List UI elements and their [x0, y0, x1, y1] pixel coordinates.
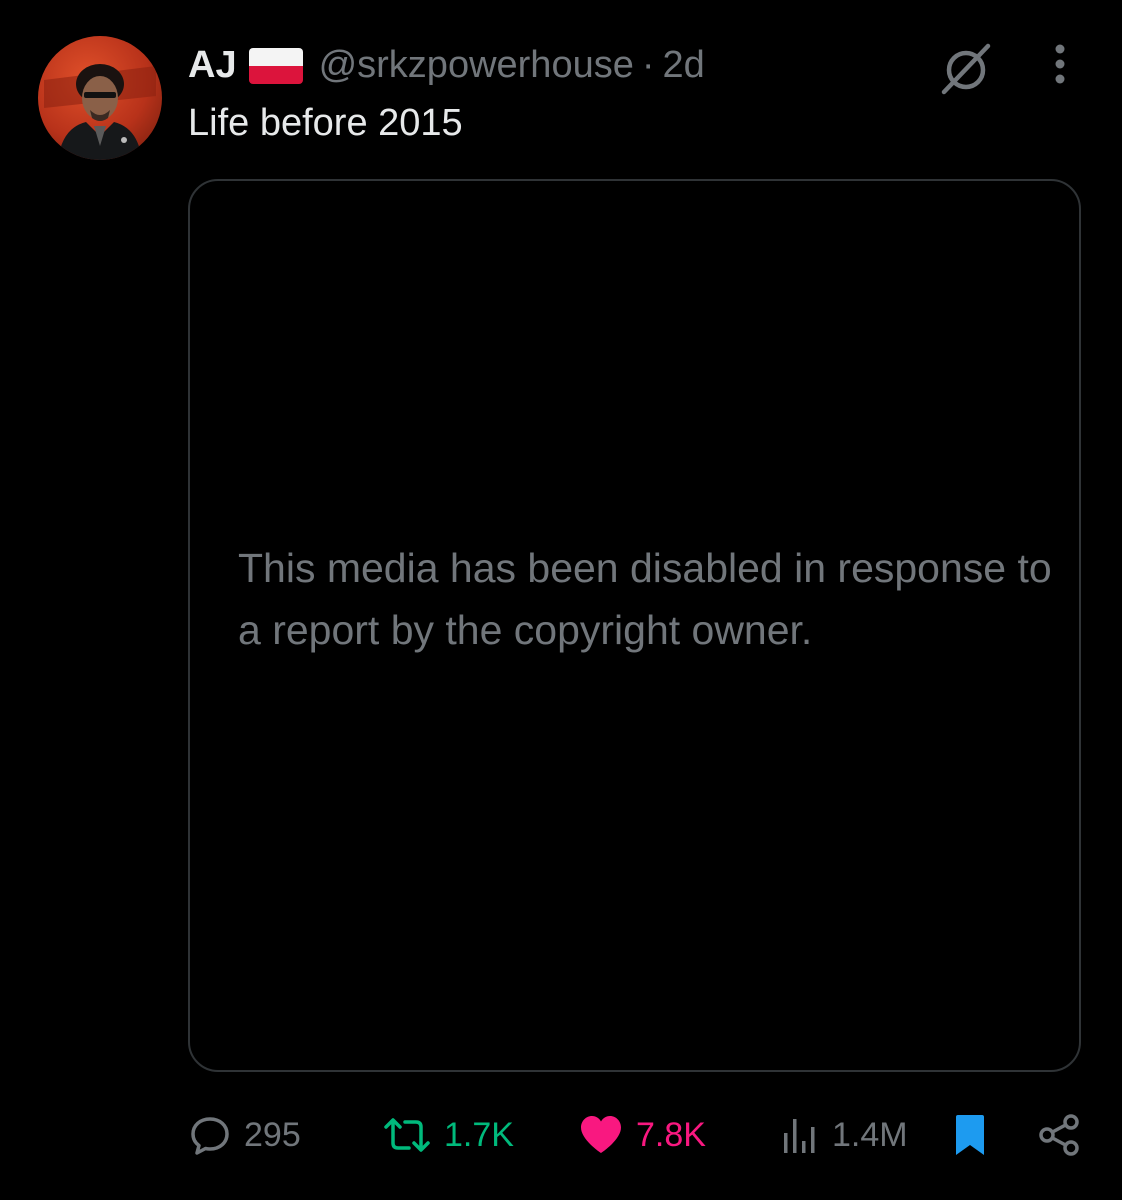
avatar-image [44, 64, 156, 160]
share-button[interactable] [1036, 1100, 1082, 1170]
bookmark-button[interactable] [950, 1100, 990, 1170]
poland-flag-icon [248, 48, 303, 84]
share-icon [1036, 1113, 1082, 1157]
tweet-text: Life before 2015 [188, 102, 463, 144]
display-name[interactable]: AJ [188, 44, 237, 87]
media-disabled-notice: This media has been disabled in response… [238, 545, 1052, 653]
like-count: 7.8K [636, 1115, 706, 1154]
separator-dot: · [641, 43, 655, 86]
views-icon [780, 1113, 820, 1157]
avatar[interactable] [38, 36, 162, 160]
tweet-header: AJ @srkzpowerhouse · 2d [188, 38, 705, 92]
reply-count: 295 [244, 1115, 301, 1154]
views-button[interactable]: 1.4M [780, 1100, 908, 1170]
repost-count: 1.7K [444, 1115, 514, 1154]
action-bar: 295 1.7K 7.8K 1.4M [0, 1100, 1122, 1170]
more-vertical-icon[interactable] [1040, 40, 1080, 88]
bookmark-icon [950, 1113, 990, 1157]
like-button[interactable]: 7.8K [578, 1100, 706, 1170]
tweet: AJ @srkzpowerhouse · 2d Life before 2015… [0, 0, 1122, 1200]
timestamp[interactable]: 2d [663, 44, 705, 87]
repost-button[interactable]: 1.7K [382, 1100, 514, 1170]
reply-icon [188, 1113, 232, 1157]
reply-button[interactable]: 295 [188, 1100, 301, 1170]
media-container: This media has been disabled in response… [188, 179, 1081, 1072]
grok-icon[interactable] [938, 40, 994, 96]
views-count: 1.4M [832, 1115, 908, 1154]
user-handle[interactable]: @srkzpowerhouse [319, 44, 634, 87]
repost-icon [382, 1113, 432, 1157]
heart-icon [578, 1113, 624, 1157]
